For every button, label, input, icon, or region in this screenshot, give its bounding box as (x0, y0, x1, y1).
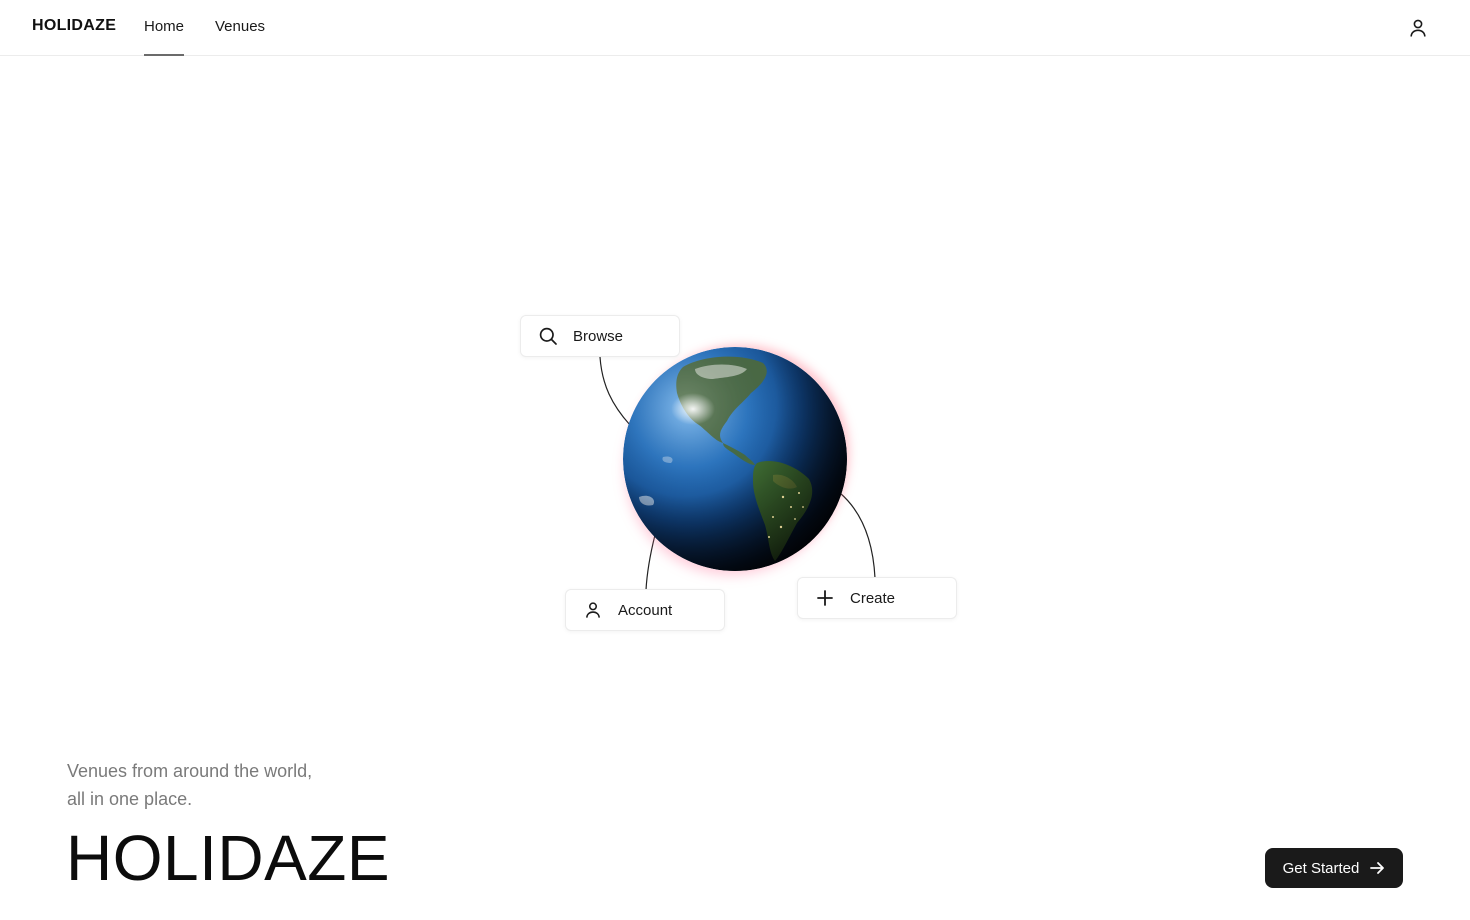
brand-logo[interactable]: HOLIDAZE (32, 17, 116, 35)
top-navigation-bar: HOLIDAZE Home Venues (0, 0, 1470, 56)
plus-icon (814, 587, 836, 609)
create-card-label: Create (850, 589, 896, 607)
create-card[interactable]: Create (797, 577, 957, 619)
browse-card[interactable]: Browse (520, 315, 680, 357)
hero-tagline: Venues from around the world, all in one… (67, 761, 313, 809)
active-nav-indicator (144, 54, 184, 56)
account-card[interactable]: Account (565, 589, 725, 631)
nav-link-venues[interactable]: Venues (215, 18, 265, 35)
browse-card-label: Browse (573, 327, 624, 345)
hero-title: HOLIDAZE (66, 822, 391, 894)
account-card-label: Account (618, 601, 673, 619)
get-started-label: Get Started (1282, 859, 1360, 877)
search-icon (537, 325, 559, 347)
user-icon (1410, 19, 1426, 37)
nav-link-home[interactable]: Home (144, 18, 184, 35)
profile-button[interactable] (1404, 14, 1432, 42)
arrow-right-icon (1370, 862, 1385, 874)
get-started-button[interactable]: Get Started (1265, 848, 1403, 888)
user-icon (582, 599, 604, 621)
earth-globe-image (623, 347, 847, 571)
